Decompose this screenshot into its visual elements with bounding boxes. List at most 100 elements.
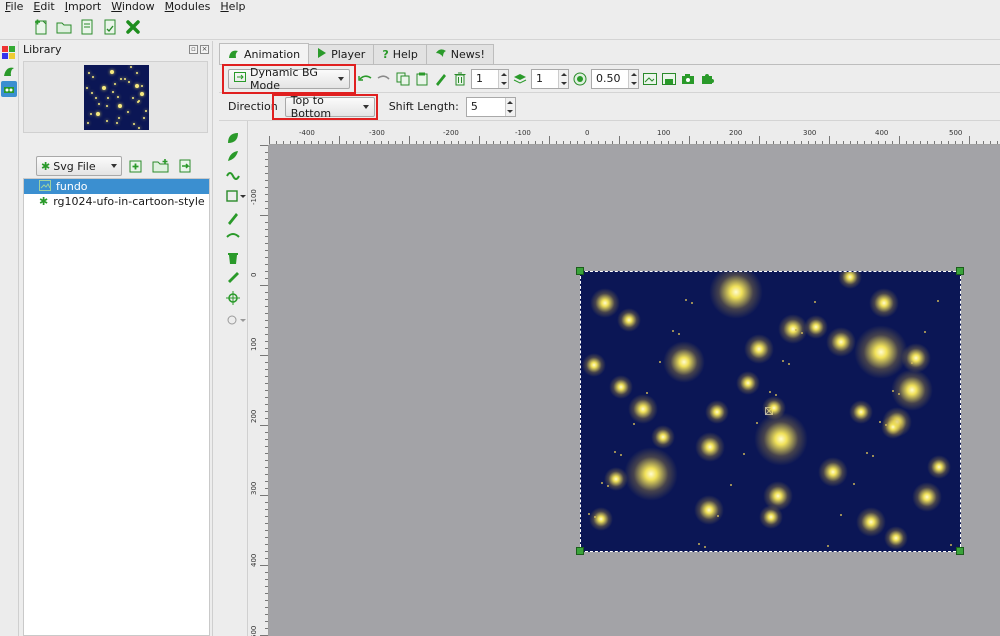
stepper-up-icon[interactable] (500, 72, 507, 76)
star-dot (795, 329, 797, 331)
shift-length-stepper[interactable]: 5 (465, 96, 516, 117)
stepper-down-icon[interactable] (630, 81, 637, 85)
star-dot (678, 333, 680, 335)
onion-layers-icon[interactable] (512, 70, 528, 88)
star-glow (582, 353, 606, 377)
close-x-icon[interactable] (124, 18, 142, 36)
star-dot (769, 391, 771, 393)
camera-icon[interactable] (680, 70, 696, 88)
save-frame-icon[interactable] (661, 70, 677, 88)
resize-handle-bottom-right[interactable] (956, 547, 964, 555)
star-dot (756, 422, 758, 424)
text-tool-icon[interactable] (225, 209, 241, 227)
pencil-tool-icon[interactable] (225, 267, 241, 285)
star-glow (838, 272, 862, 289)
frames-stepper[interactable]: 1 (471, 68, 509, 89)
resize-handle-bottom-left[interactable] (576, 547, 584, 555)
trash-icon[interactable] (452, 70, 468, 88)
star-dot (691, 302, 693, 304)
ruler-top-label: 0 (585, 129, 590, 137)
path-tool-icon[interactable] (225, 227, 241, 245)
main-toolbar (0, 14, 1000, 40)
stepper-up-icon[interactable] (507, 100, 514, 104)
puzzle-icon[interactable] (699, 70, 715, 88)
star-glow (881, 415, 905, 439)
opacity-stepper[interactable]: 0.50 (591, 68, 639, 89)
preview-star (130, 66, 132, 68)
preview-star (87, 122, 89, 124)
workspace[interactable] (270, 146, 1000, 636)
star-dot (911, 362, 913, 364)
menu-help[interactable]: Help (215, 1, 250, 13)
image-export-icon[interactable] (642, 70, 658, 88)
stepper-down-icon[interactable] (507, 109, 514, 113)
close-panel-icon[interactable]: × (200, 44, 209, 54)
shift-length-label: Shift Length: (388, 100, 459, 113)
stepper-up-icon[interactable] (630, 72, 637, 76)
redo-icon[interactable] (376, 70, 392, 88)
bucket-tool-icon[interactable] (225, 249, 241, 267)
scenes-module-icon[interactable] (1, 81, 17, 97)
star-glow (912, 482, 942, 512)
feather-tool-icon[interactable] (225, 147, 241, 165)
list-item[interactable]: ✱ rg1024-ufo-in-cartoon-style (24, 194, 209, 209)
tab-label: News! (450, 48, 485, 61)
list-item[interactable]: fundo (24, 179, 209, 194)
wave-tool-icon[interactable] (225, 165, 241, 183)
undo-icon[interactable] (357, 70, 373, 88)
tab-news[interactable]: News! (425, 44, 494, 64)
star-dot (950, 544, 952, 546)
export-item-icon[interactable] (176, 157, 194, 175)
tab-help[interactable]: ? Help (373, 44, 427, 64)
leaf-tool-icon[interactable] (225, 129, 241, 147)
preview-star (92, 76, 94, 78)
copy-icon[interactable] (395, 70, 411, 88)
menu-file[interactable]: File (0, 1, 28, 13)
menu-import[interactable]: Import (60, 1, 107, 13)
star-glow (590, 288, 620, 318)
new-file-icon[interactable] (32, 18, 50, 36)
opacity-icon[interactable] (572, 70, 588, 88)
colors-icon[interactable] (1, 45, 17, 61)
stage-background[interactable] (580, 271, 961, 552)
add-folder-icon[interactable] (152, 157, 170, 175)
resize-handle-top-right[interactable] (956, 267, 964, 275)
tab-player[interactable]: Player (308, 44, 375, 64)
ruler-top-label: 400 (875, 129, 889, 137)
star-dot (853, 483, 855, 485)
star-dot (892, 390, 894, 392)
clear-icon[interactable] (433, 70, 449, 88)
animation-module-icon[interactable] (1, 63, 17, 79)
list-item-label: rg1024-ufo-in-cartoon-style (53, 195, 205, 208)
rectangle-tool-icon[interactable] (225, 187, 247, 205)
tab-animation[interactable]: Animation (219, 43, 310, 64)
stepper-down-icon[interactable] (560, 81, 567, 85)
stepper-down-icon[interactable] (500, 81, 507, 85)
save-icon[interactable] (78, 18, 96, 36)
resize-handle-top-left[interactable] (576, 267, 584, 275)
star-glow (617, 308, 641, 332)
ruler-left-label: -100 (250, 189, 258, 205)
menu-window[interactable]: Window (106, 1, 159, 13)
star-dot (607, 485, 609, 487)
ruler-top-label: -300 (369, 129, 385, 137)
ruler-top-label: -200 (443, 129, 459, 137)
menu-edit[interactable]: Edit (28, 1, 59, 13)
crosshair-tool-icon[interactable] (225, 289, 241, 307)
add-item-icon[interactable] (128, 157, 146, 175)
news-icon (435, 48, 447, 61)
save-as-icon[interactable] (101, 18, 119, 36)
stepper-up-icon[interactable] (560, 72, 567, 76)
open-folder-icon[interactable] (55, 18, 73, 36)
ruler-top-label: -100 (515, 129, 531, 137)
mode-highlight-box (222, 64, 356, 94)
star-glow (854, 325, 908, 379)
ruler-left-label: 0 (250, 272, 258, 277)
menu-modules[interactable]: Modules (160, 1, 216, 13)
paste-icon[interactable] (414, 70, 430, 88)
shapes-tool-icon[interactable] (225, 311, 247, 329)
source-type-select[interactable]: ✱ Svg File (36, 156, 122, 176)
onion-stepper[interactable]: 1 (531, 68, 569, 89)
star-dot (866, 452, 868, 454)
float-panel-icon[interactable]: ▫ (189, 44, 198, 54)
